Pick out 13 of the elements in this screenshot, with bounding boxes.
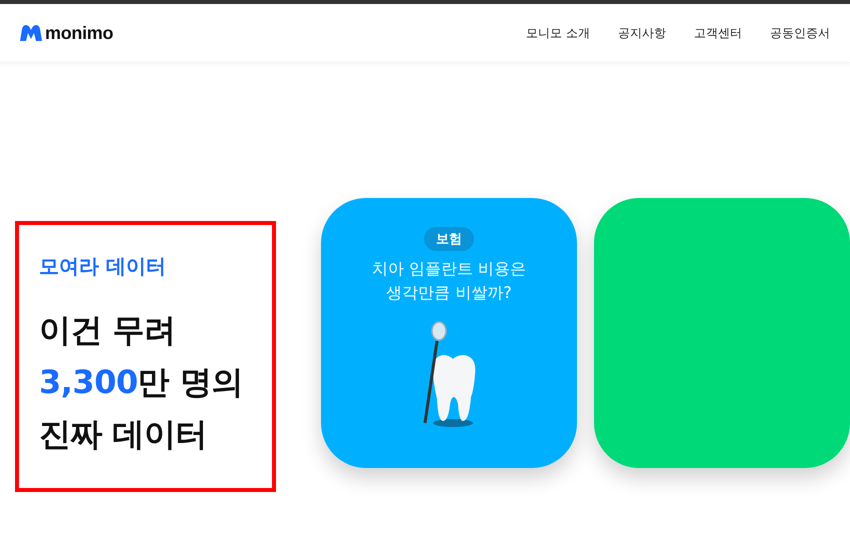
hero-eyebrow: 모여라 데이터 [39,253,167,280]
logo-icon [20,25,42,41]
nav-link[interactable]: 공지사항 [618,24,666,42]
card-title: 치아 임플란트 비용은 [372,258,526,280]
logo-text[interactable]: monimo [45,22,114,44]
article-card[interactable] [594,198,850,468]
card-title: 생각만큼 비쌀까? [386,282,512,304]
nav-link[interactable]: 모니모 소개 [526,24,590,42]
nav-link[interactable]: 고객센터 [694,24,742,42]
hero-headline: 이건 무려 [39,310,177,351]
category-badge: 보험 [424,227,474,251]
hero-headline: 3,300만 명의 진짜 데이터 [39,362,244,455]
nav-link[interactable]: 공동인증서 [770,24,830,42]
